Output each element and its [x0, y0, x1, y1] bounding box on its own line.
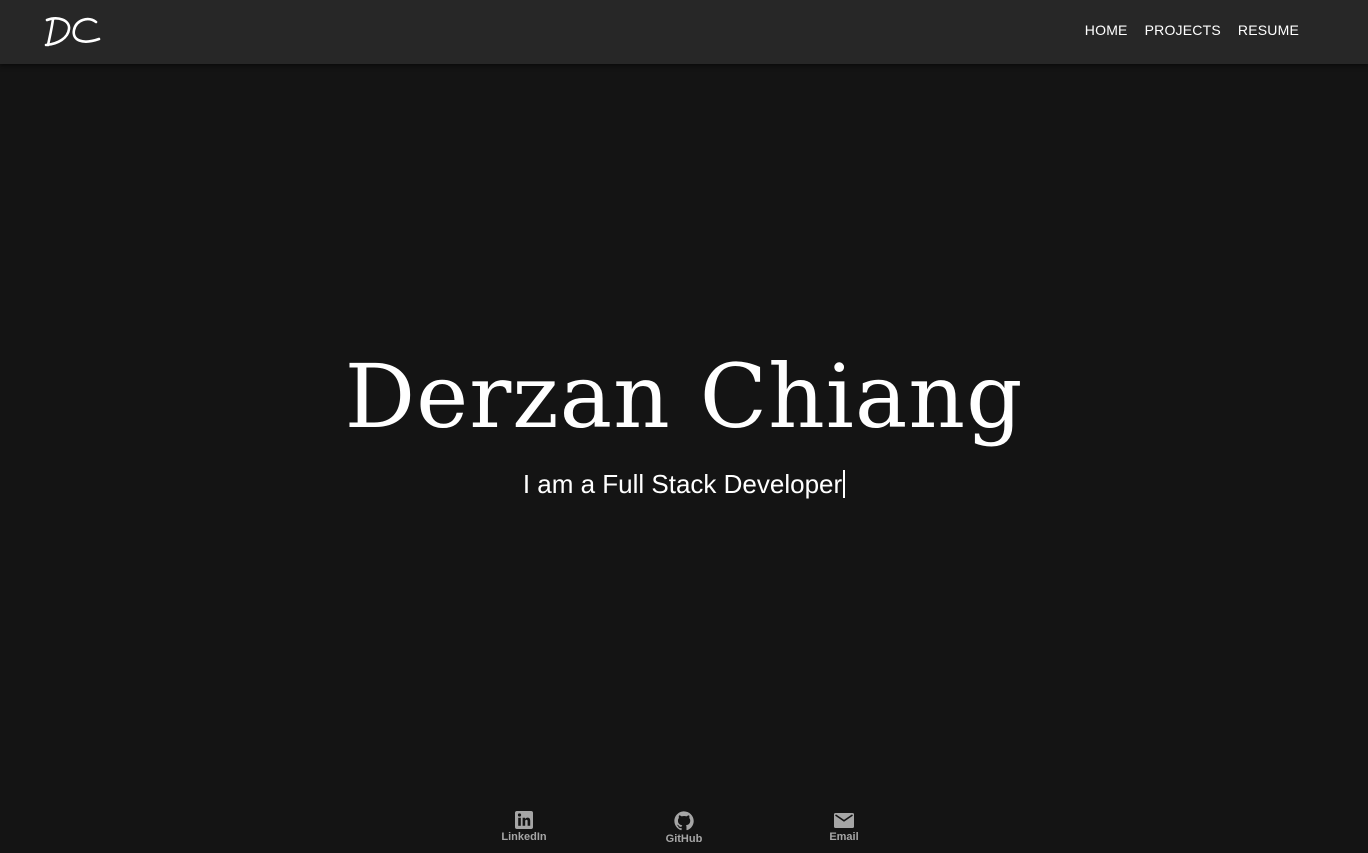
nav-resume-link[interactable]: RESUME — [1238, 22, 1299, 38]
nav-projects-link[interactable]: PROJECTS — [1145, 22, 1221, 38]
github-link[interactable]: GitHub — [644, 808, 724, 845]
social-links: LinkedIn GitHub Email — [0, 808, 1368, 853]
nav-home-link[interactable]: HOME — [1085, 22, 1128, 38]
navbar: HOME PROJECTS RESUME — [0, 0, 1368, 64]
linkedin-icon — [515, 811, 533, 829]
linkedin-link[interactable]: LinkedIn — [484, 808, 564, 843]
linkedin-label: LinkedIn — [501, 831, 547, 843]
hero-section: Derzan Chiang I am a Full Stack Develope… — [0, 64, 1368, 853]
hero-tagline-line: I am a Full Stack Developer — [0, 467, 1368, 501]
main-nav: HOME PROJECTS RESUME — [1085, 22, 1299, 38]
email-icon — [834, 813, 854, 828]
email-label: Email — [829, 831, 859, 843]
github-icon — [674, 811, 694, 831]
logo[interactable] — [44, 14, 102, 50]
typing-cursor — [843, 470, 846, 498]
github-label: GitHub — [665, 833, 703, 845]
hero-tagline: I am a Full Stack Developer — [522, 469, 843, 499]
email-link[interactable]: Email — [804, 808, 884, 843]
hero-name: Derzan Chiang — [344, 345, 1024, 448]
